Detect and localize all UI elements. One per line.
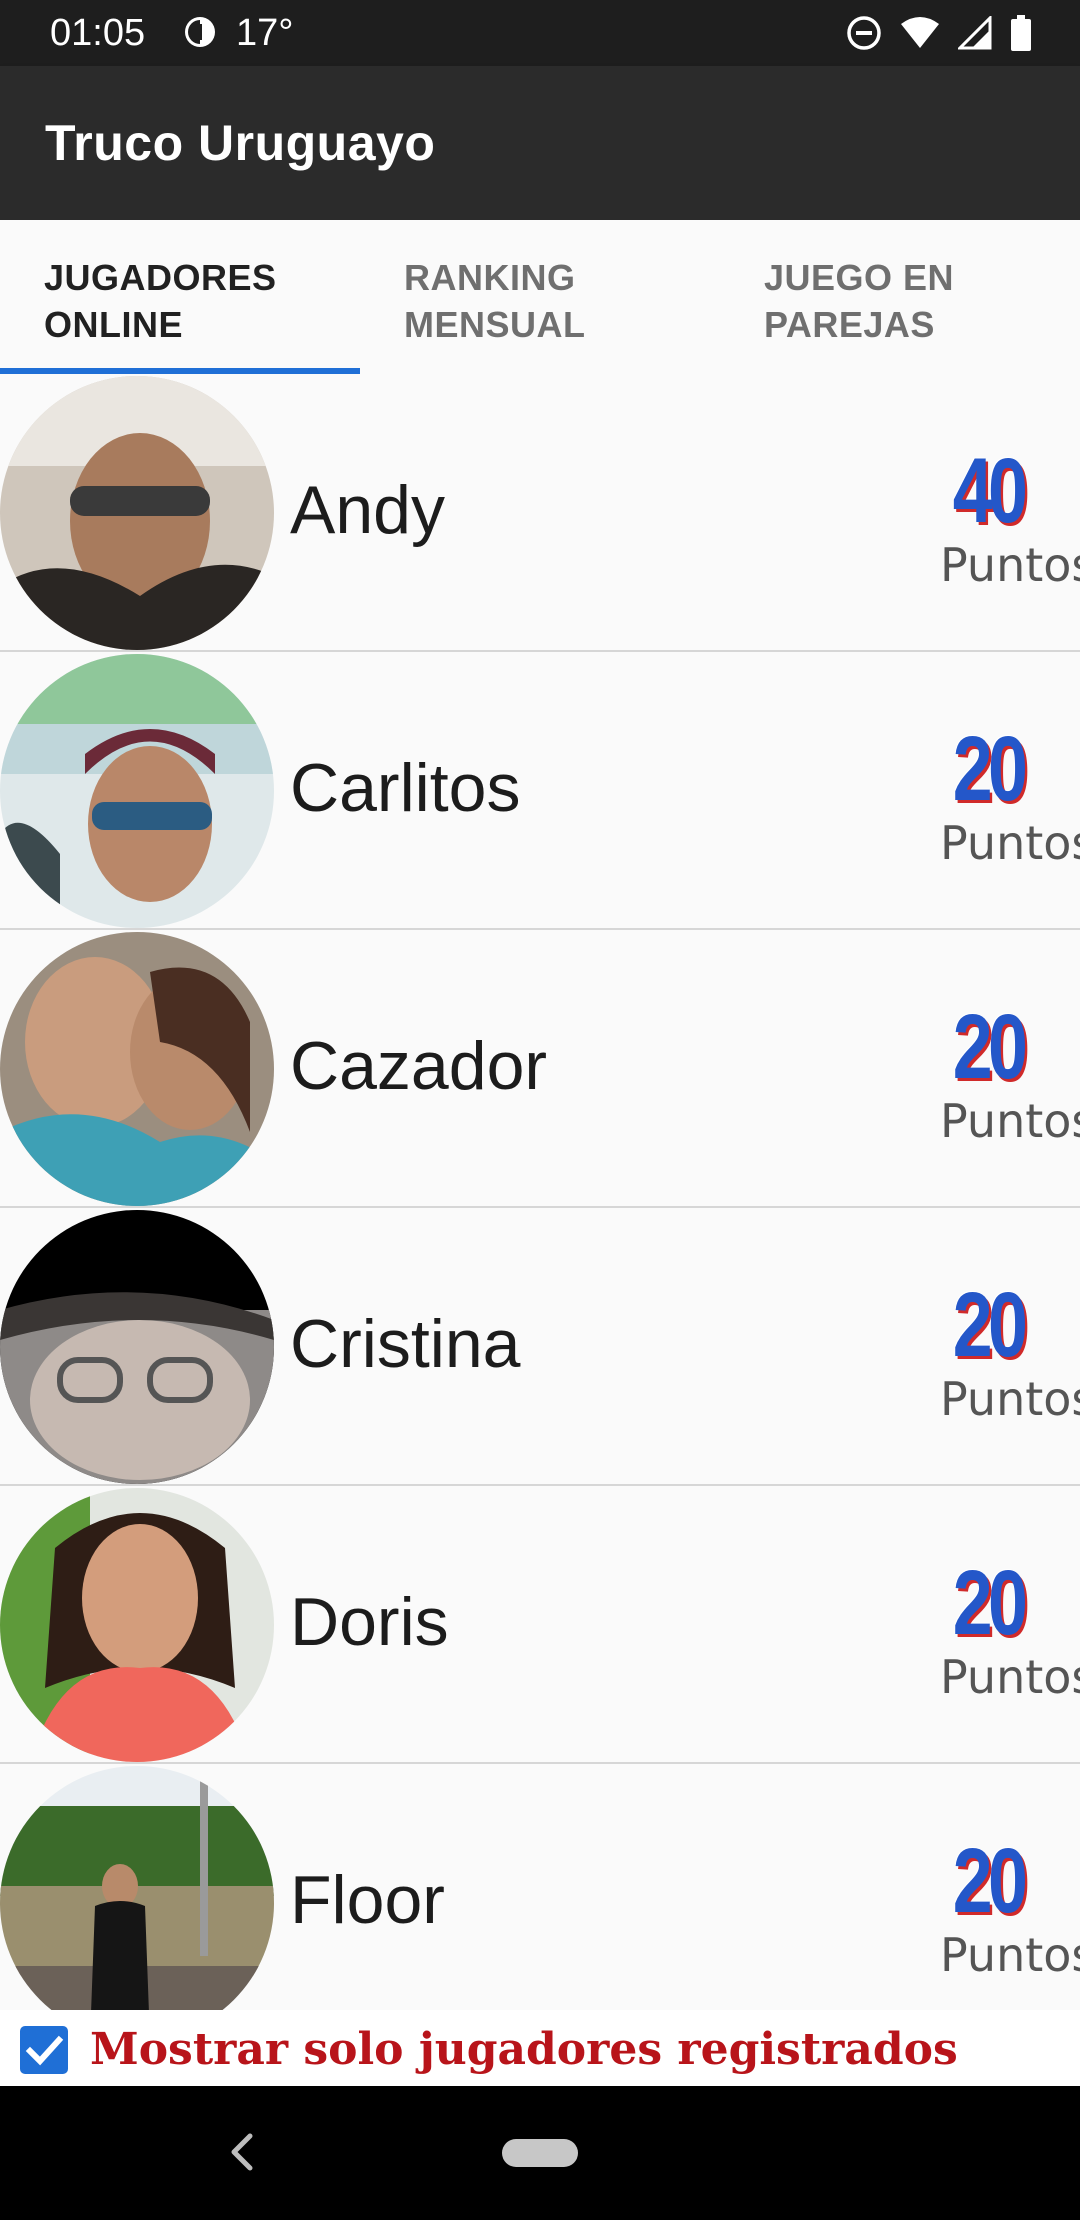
- status-temperature: 17°: [236, 12, 294, 54]
- player-name: Floor: [290, 1862, 445, 1938]
- player-name: Andy: [290, 472, 445, 548]
- points-value: 20: [952, 1552, 1028, 1654]
- registered-only-label[interactable]: Mostrar solo jugadores registrados: [90, 2024, 958, 2076]
- avatar: [0, 376, 274, 650]
- points-badge: 40: [940, 440, 1036, 542]
- points-label: Puntos: [940, 1372, 1080, 1426]
- points-label: Puntos: [940, 1928, 1080, 1982]
- player-name: Cristina: [290, 1306, 521, 1382]
- points-value: 20: [952, 996, 1028, 1098]
- tab-ranking-mensual[interactable]: RANKING MENSUAL: [360, 220, 720, 374]
- points-label: Puntos: [940, 538, 1080, 592]
- avatar: [0, 654, 274, 928]
- registered-only-checkbox[interactable]: [20, 2026, 68, 2074]
- points-badge: 20: [940, 718, 1036, 820]
- check-icon: [25, 2035, 64, 2066]
- tab-bar: JUGADORES ONLINE RANKING MENSUAL JUEGO E…: [0, 220, 1080, 374]
- status-bar: 01:05 17°: [0, 0, 1080, 66]
- player-row[interactable]: Andy 40 Puntos: [0, 374, 1080, 652]
- app-title: Truco Uruguayo: [45, 115, 436, 171]
- avatar: [0, 1210, 274, 1484]
- player-name: Carlitos: [290, 750, 521, 826]
- avatar: [0, 932, 274, 1206]
- player-name: Cazador: [290, 1028, 548, 1104]
- player-row[interactable]: Cristina 20 Puntos: [0, 1208, 1080, 1486]
- tab-jugadores-online[interactable]: JUGADORES ONLINE: [0, 220, 360, 374]
- screen: 01:05 17° Truco Uruguayo JUGADORES ONLIN…: [0, 0, 1080, 2220]
- player-list[interactable]: Andy 40 Puntos Carlitos 20 Puntos Cazado…: [0, 374, 1080, 2010]
- player-row[interactable]: Doris 20 Puntos: [0, 1486, 1080, 1764]
- points-badge: 20: [940, 1830, 1036, 1932]
- back-icon[interactable]: [226, 2130, 256, 2174]
- player-row[interactable]: Cazador 20 Puntos: [0, 930, 1080, 1208]
- avatar: [0, 1488, 274, 1762]
- do-not-disturb-icon: [846, 15, 882, 51]
- points-value: 20: [952, 1830, 1028, 1932]
- points-badge: 20: [940, 1552, 1036, 1654]
- points-label: Puntos: [940, 1094, 1080, 1148]
- home-pill-icon[interactable]: [502, 2139, 578, 2167]
- points-label: Puntos: [940, 1650, 1080, 1704]
- wifi-icon: [900, 16, 940, 50]
- navigation-bar: [0, 2086, 1080, 2220]
- registered-filter: Mostrar solo jugadores registrados: [0, 2010, 1080, 2086]
- app-bar: Truco Uruguayo: [0, 66, 1080, 220]
- weather-icon: [182, 14, 218, 50]
- points-badge: 20: [940, 1274, 1036, 1376]
- points-badge: 20: [940, 996, 1036, 1098]
- player-name: Doris: [290, 1584, 449, 1660]
- points-value: 40: [952, 440, 1028, 542]
- avatar: [0, 1766, 274, 2010]
- points-label: Puntos: [940, 816, 1080, 870]
- status-icons: [846, 12, 1032, 54]
- player-row[interactable]: Floor 20 Puntos: [0, 1764, 1080, 2010]
- points-value: 20: [952, 718, 1028, 820]
- battery-icon: [1010, 15, 1032, 51]
- points-value: 20: [952, 1274, 1028, 1376]
- tab-juego-en-parejas[interactable]: JUEGO EN PAREJAS: [720, 220, 1080, 374]
- player-row[interactable]: Carlitos 20 Puntos: [0, 652, 1080, 930]
- cell-signal-icon: [958, 16, 992, 50]
- status-time: 01:05: [50, 12, 146, 54]
